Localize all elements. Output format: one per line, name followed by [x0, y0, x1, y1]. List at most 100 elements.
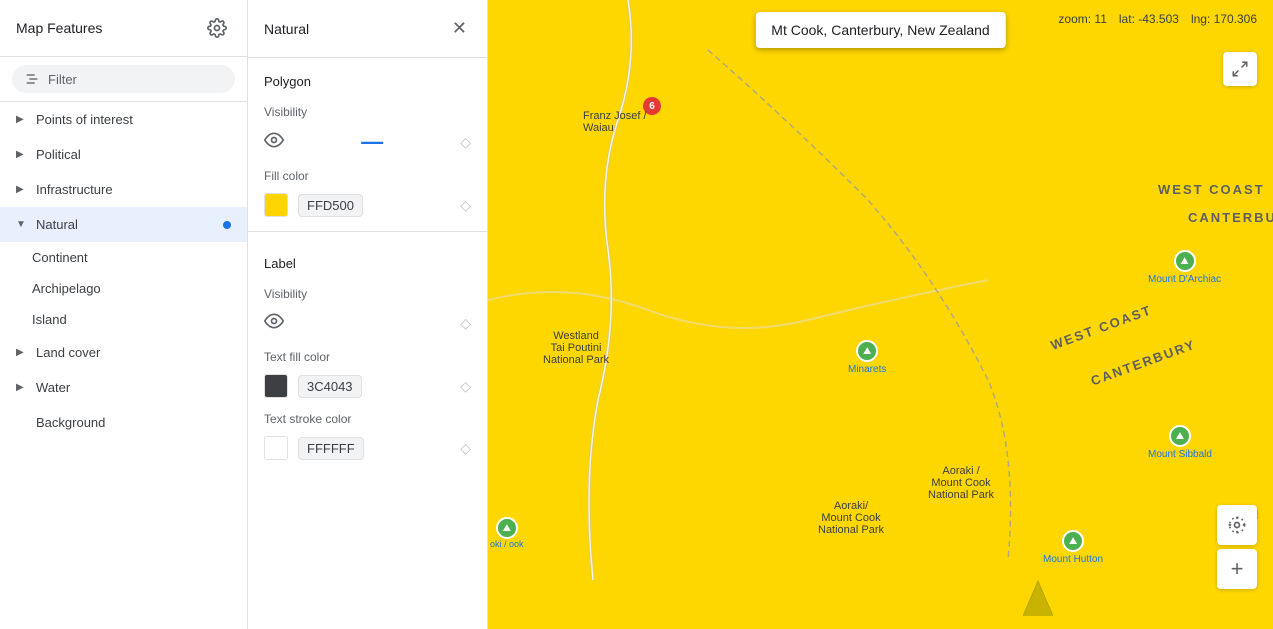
poi-marker: ⛰ [856, 340, 878, 362]
lng-label: lng: 170.306 [1191, 12, 1257, 26]
map-poi-aoraki-1: Aoraki /Mount CookNational Park [928, 465, 994, 501]
middle-panel-title: Natural [264, 21, 309, 37]
fill-color-label: Fill color [248, 161, 487, 187]
label-section-label: Label [248, 240, 487, 279]
zoom-label: zoom: 11 [1058, 12, 1106, 26]
poi-label: Mount D'Archiac [1148, 274, 1221, 285]
visibility-label: Visibility [248, 97, 487, 123]
diamond-icon[interactable]: ◇ [460, 440, 471, 457]
map-bottom-decoration [1023, 576, 1053, 619]
diamond-icon[interactable]: ◇ [460, 315, 471, 332]
filter-label: Filter [48, 72, 77, 87]
poi-label: Minarets [848, 364, 886, 375]
poi-label: WestlandTai PoutiniNational Park [543, 330, 609, 366]
chevron-down-icon: ▼ [16, 219, 28, 230]
active-dot [223, 221, 231, 229]
poi-marker: ⛰ [1174, 250, 1196, 272]
map-controls: + [1217, 505, 1257, 589]
map-label-west-coast-2: WEST COAST [1049, 302, 1154, 353]
filter-box[interactable]: Filter [0, 57, 247, 102]
panel-title: Map Features [16, 20, 102, 36]
label-visibility-label: Visibility [248, 279, 487, 305]
polygon-visibility-row: — ◇ [248, 123, 487, 161]
sidebar-item-background[interactable]: ▶ Background [0, 405, 247, 440]
sidebar-item-label: Infrastructure [36, 182, 113, 197]
chevron-right-icon: ▶ [16, 382, 28, 393]
chevron-right-icon: ▶ [16, 114, 28, 125]
sidebar-item-natural[interactable]: ▼ Natural [0, 207, 247, 242]
poi-label: Aoraki /Mount CookNational Park [928, 465, 994, 501]
fill-color-value[interactable]: FFD500 [298, 194, 363, 217]
franz-josef-badge: 6 [643, 97, 661, 115]
sidebar-item-points-of-interest[interactable]: ▶ Points of interest [0, 102, 247, 137]
sidebar-item-political[interactable]: ▶ Political [0, 137, 247, 172]
fullscreen-button[interactable] [1223, 52, 1257, 86]
diamond-icon[interactable]: ◇ [460, 378, 471, 395]
map-topbar: zoom: 11 lat: -43.503 lng: 170.306 [1042, 0, 1273, 38]
sidebar-item-infrastructure[interactable]: ▶ Infrastructure [0, 172, 247, 207]
text-stroke-color-label: Text stroke color [248, 404, 487, 430]
close-button[interactable]: ✕ [448, 14, 471, 43]
lat-label: lat: -43.503 [1119, 12, 1179, 26]
sidebar-subitem-label: Continent [32, 250, 88, 265]
nav-list: ▶ Points of interest ▶ Political ▶ Infra… [0, 102, 247, 629]
panel-header: Map Features [0, 0, 247, 57]
sidebar-item-archipelago[interactable]: Archipelago [32, 273, 247, 304]
sidebar-item-label: Political [36, 147, 81, 162]
eye-icon[interactable] [264, 130, 284, 155]
diamond-icon[interactable]: ◇ [460, 197, 471, 214]
map-poi-aoraki-2: Aoraki/Mount CookNational Park [818, 500, 884, 536]
diamond-icon[interactable]: ◇ [460, 134, 471, 151]
left-panel: Map Features Filter ▶ Points of interest… [0, 0, 248, 629]
middle-panel: Natural ✕ Polygon Visibility — ◇ Fill co… [248, 0, 488, 629]
text-fill-color-swatch[interactable] [264, 374, 288, 398]
poi-label: Mount Hutton [1043, 554, 1103, 565]
settings-button[interactable] [203, 14, 231, 42]
mountain-decoration [1023, 576, 1053, 616]
sidebar-subitem-label: Archipelago [32, 281, 101, 296]
text-fill-color-value[interactable]: 3C4043 [298, 375, 362, 398]
sidebar-item-land-cover[interactable]: ▶ Land cover [0, 335, 247, 370]
sidebar-item-island[interactable]: Island [32, 304, 247, 335]
fill-color-row: FFD500 ◇ [248, 187, 487, 223]
zoom-in-button[interactable]: + [1217, 549, 1257, 589]
sidebar-item-label: Points of interest [36, 112, 133, 127]
gear-icon [207, 18, 227, 38]
map-label-canterbury-2: CANTERBURY [1089, 337, 1198, 389]
text-stroke-color-swatch[interactable] [264, 436, 288, 460]
minus-icon[interactable]: — [361, 129, 383, 155]
map-poi-aoraki-edge: ⛰ oki / ook [490, 517, 524, 549]
map-poi-mount-sibbald: ⛰ Mount Sibbald [1148, 425, 1212, 460]
chevron-right-icon: ▶ [16, 184, 28, 195]
map-poi-westland: WestlandTai PoutiniNational Park [543, 330, 609, 366]
text-stroke-color-row: FFFFFF ◇ [248, 430, 487, 466]
sidebar-item-continent[interactable]: Continent [32, 242, 247, 273]
eye-svg [264, 311, 284, 331]
chevron-right-icon: ▶ [16, 149, 28, 160]
map-poi-minarets: ⛰ Minarets [848, 340, 886, 375]
fullscreen-icon [1231, 60, 1249, 78]
sidebar-item-label: Natural [36, 217, 78, 232]
search-box: Mt Cook, Canterbury, New Zealand [755, 12, 1005, 48]
fill-color-swatch[interactable] [264, 193, 288, 217]
sidebar-item-label: Background [36, 415, 105, 430]
map-label-canterbury-1: CANTERBURY [1188, 210, 1273, 225]
map-roads-svg [488, 0, 1273, 629]
map-area[interactable]: zoom: 11 lat: -43.503 lng: 170.306 Mt Co… [488, 0, 1273, 629]
sidebar-item-water[interactable]: ▶ Water [0, 370, 247, 405]
map-poi-mount-darchiac: ⛰ Mount D'Archiac [1148, 250, 1221, 285]
poi-marker-edge: ⛰ [496, 517, 518, 539]
text-fill-color-row: 3C4043 ◇ [248, 368, 487, 404]
poi-marker: ⛰ [1169, 425, 1191, 447]
poi-label: Mount Sibbald [1148, 449, 1212, 460]
search-value: Mt Cook, Canterbury, New Zealand [771, 22, 989, 38]
eye-svg [264, 130, 284, 150]
sidebar-item-label: Water [36, 380, 70, 395]
poi-label-edge: oki / ook [490, 539, 524, 549]
filter-icon [24, 71, 40, 87]
location-button[interactable] [1217, 505, 1257, 545]
filter-input[interactable]: Filter [12, 65, 235, 93]
eye-icon[interactable] [264, 311, 284, 336]
map-poi-mount-hutton: ⛰ Mount Hutton [1043, 530, 1103, 565]
text-stroke-color-value[interactable]: FFFFFF [298, 437, 364, 460]
